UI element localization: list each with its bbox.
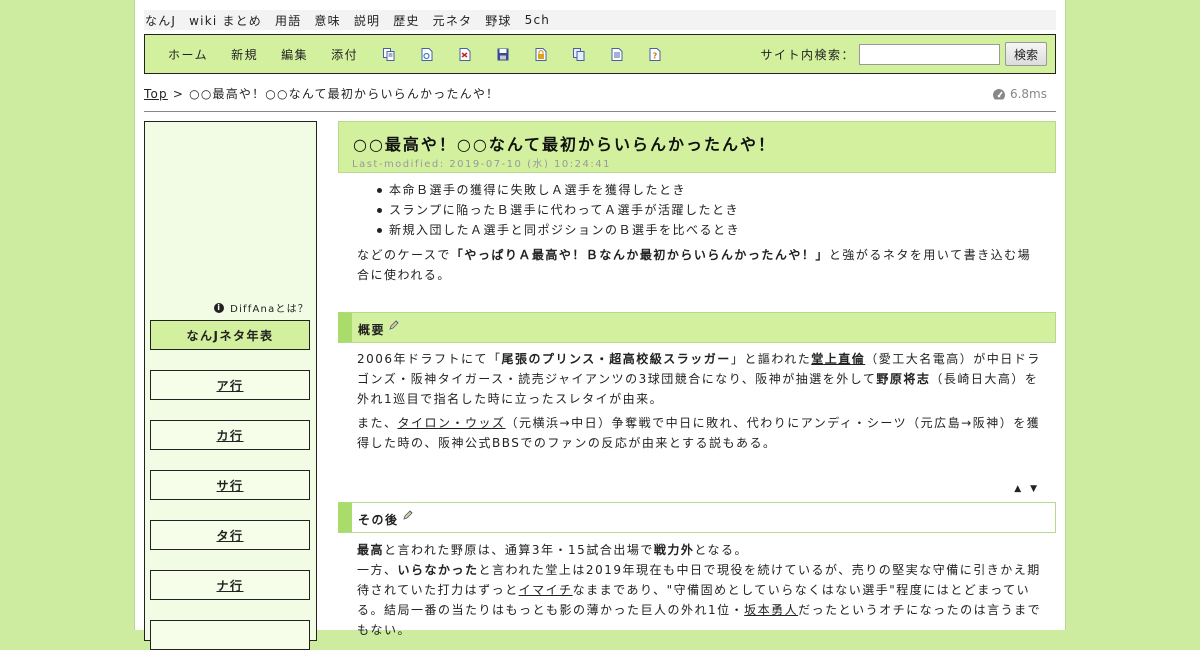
sidebar-title-text: なんJネタ年表 xyxy=(186,328,274,343)
breadcrumb-top-link[interactable]: Top xyxy=(144,87,168,101)
sidebar-item-ka-gyou[interactable]: カ行 xyxy=(150,420,310,450)
page-title: ○○最高や！○○なんて最初からいらんかったんや！ xyxy=(353,135,777,154)
lock-icon[interactable] xyxy=(534,47,547,61)
diffana-link-label: DiffAnaとは？ xyxy=(230,304,309,315)
sidebar-item-label: カ行 xyxy=(216,428,244,443)
overview-paragraph-2: また、タイロン・ウッズ（元横浜→中日）争奪戦で中日に敗れ、代わりにアンディ・シー… xyxy=(357,416,1041,450)
speedometer-icon xyxy=(992,88,1005,99)
sidebar-item-ta-gyou[interactable]: タ行 xyxy=(150,520,310,550)
section-heading-after: その後 xyxy=(338,502,1056,533)
breadcrumb: Top > ○○最高や！○○なんて最初からいらんかったんや！ xyxy=(144,85,499,102)
diffana-link[interactable]: i DiffAnaとは？ xyxy=(214,300,309,315)
backup-icon[interactable] xyxy=(496,47,509,61)
toolbar: ホーム 新規 編集 添付 ? サイト内検索： 検索 xyxy=(144,34,1056,74)
topnav-item-imi[interactable]: 意味 xyxy=(314,12,340,29)
section-heading-text: その後 xyxy=(358,513,399,527)
sidebar-item-label: タ行 xyxy=(216,528,244,543)
search-label: サイト内検索： xyxy=(760,47,855,62)
page-up-down[interactable]: ▲ ▼ xyxy=(1014,484,1040,494)
page-container: なんJ wiki まとめ 用語 意味 説明 歴史 元ネタ 野球 5ch ホーム … xyxy=(134,0,1066,650)
sidebar-item-label: ア行 xyxy=(216,378,244,393)
last-modified: Last-modified: 2019-07-10 (水) 10:24:41 xyxy=(352,159,611,170)
diff-icon[interactable] xyxy=(458,47,471,61)
render-time: 6.8ms xyxy=(992,87,1047,101)
render-time-value: 6.8ms xyxy=(1009,87,1047,101)
woods-link[interactable]: タイロン・ウッズ xyxy=(398,416,506,430)
copy-page-icon[interactable] xyxy=(382,47,395,61)
site-search: サイト内検索： 検索 xyxy=(760,42,1047,66)
edit-link[interactable]: 編集 xyxy=(281,46,308,63)
title-box: ○○最高や！○○なんて最初からいらんかったんや！ Last-modified: … xyxy=(338,121,1056,173)
intro-paragraph: などのケースで「やっぱりＡ最高や！Ｂなんか最初からいらんかったんや！」と強がるネ… xyxy=(357,248,1032,282)
sakamoto-link[interactable]: 坂本勇人 xyxy=(744,603,798,617)
sidebar-item-sa-gyou[interactable]: サ行 xyxy=(150,470,310,500)
edit-section-icon[interactable] xyxy=(389,319,399,330)
topnav-item-nanj[interactable]: なんJ xyxy=(145,12,176,29)
rename-page-icon[interactable] xyxy=(420,47,433,61)
topnav-item-motoneta[interactable]: 元ネタ xyxy=(433,12,473,29)
recent-changes-icon[interactable] xyxy=(610,47,623,61)
topnav-item-wiki[interactable]: wiki まとめ xyxy=(189,12,262,29)
page-list-icon[interactable] xyxy=(572,47,585,61)
sidebar-title: なんJネタ年表 xyxy=(150,320,310,350)
section-heading-text: 概要 xyxy=(358,323,386,337)
sidebar: i DiffAnaとは？ なんJネタ年表 ア行 カ行 サ行 タ行 ナ行 xyxy=(144,121,317,650)
list-item: 本命Ｂ選手の獲得に失敗しＡ選手を獲得したとき xyxy=(376,180,740,200)
attach-link[interactable]: 添付 xyxy=(331,46,358,63)
search-button[interactable]: 検索 xyxy=(1005,42,1047,66)
topnav-item-yakyu[interactable]: 野球 xyxy=(485,12,511,29)
breadcrumb-row: Top > ○○最高や！○○なんて最初からいらんかったんや！ 6.8ms xyxy=(144,84,1056,112)
info-icon: i xyxy=(214,302,225,313)
case-list: 本命Ｂ選手の獲得に失敗しＡ選手を獲得したとき スランプに陥ったＢ選手に代わってＡ… xyxy=(376,180,740,240)
topnav-item-setsumei[interactable]: 説明 xyxy=(354,12,380,29)
home-link[interactable]: ホーム xyxy=(168,46,208,63)
svg-text:?: ? xyxy=(652,51,657,60)
topnav-item-yougo[interactable]: 用語 xyxy=(275,12,301,29)
list-item: スランプに陥ったＢ選手に代わってＡ選手が活躍したとき xyxy=(376,200,740,220)
breadcrumb-separator: > xyxy=(172,87,185,101)
list-item: 新規入団したＡ選手と同ポジションのＢ選手を比べるとき xyxy=(376,220,740,240)
after-paragraph-2: 一方、いらなかったと言われた堂上は2019年現在も中日で現役を続けているが、売り… xyxy=(357,563,1042,637)
search-input[interactable] xyxy=(859,43,1000,65)
sidebar-item-next[interactable] xyxy=(150,620,310,650)
edit-section-icon[interactable] xyxy=(402,509,413,520)
section-heading-overview: 概要 xyxy=(338,312,1056,343)
help-icon[interactable]: ? xyxy=(648,47,661,61)
topnav-item-rekishi[interactable]: 歴史 xyxy=(393,12,419,29)
sidebar-item-a-gyou[interactable]: ア行 xyxy=(150,370,310,400)
sidebar-item-label: サ行 xyxy=(216,478,244,493)
sidebar-item-label: ナ行 xyxy=(216,578,244,593)
new-page-link[interactable]: 新規 xyxy=(231,46,258,63)
after-paragraph-1: 最高と言われた野原は、通算3年・15試合出場で戦力外となる。 xyxy=(357,543,748,557)
imaichi-link[interactable]: イマイチ xyxy=(519,583,573,597)
toolbar-icons: ? xyxy=(382,47,686,61)
top-nav: なんJ wiki まとめ 用語 意味 説明 歴史 元ネタ 野球 5ch xyxy=(144,10,1056,30)
overview-paragraph-1: 2006年ドラフトにて「尾張のプリンス・超高校級スラッガー」と謳われた堂上直倫（… xyxy=(357,352,1041,406)
sidebar-item-na-gyou[interactable]: ナ行 xyxy=(150,570,310,600)
breadcrumb-current: ○○最高や！○○なんて最初からいらんかったんや！ xyxy=(189,87,500,101)
dougami-link[interactable]: 堂上直倫 xyxy=(811,352,865,366)
topnav-item-5ch[interactable]: 5ch xyxy=(525,13,550,27)
